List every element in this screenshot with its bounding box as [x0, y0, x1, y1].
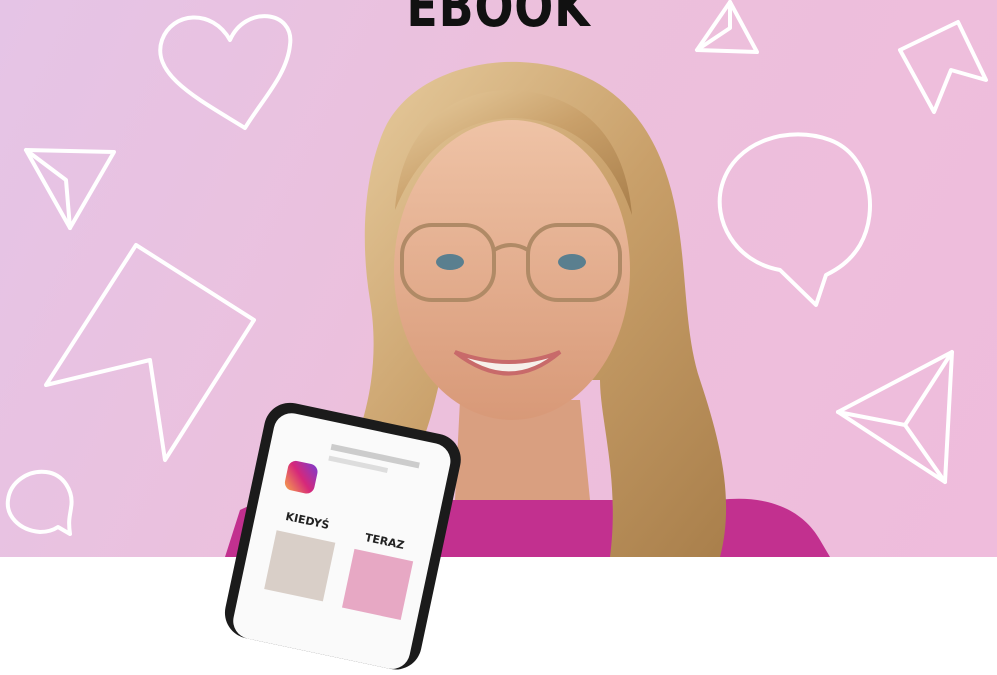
- phone: KIEDYŚ TERAZ: [220, 398, 470, 675]
- instagram-logo-icon: [283, 459, 320, 496]
- phone-label-right: TERAZ: [363, 530, 406, 552]
- phone-label-left: KIEDYŚ: [284, 510, 331, 532]
- woman-portrait: [225, 61, 830, 557]
